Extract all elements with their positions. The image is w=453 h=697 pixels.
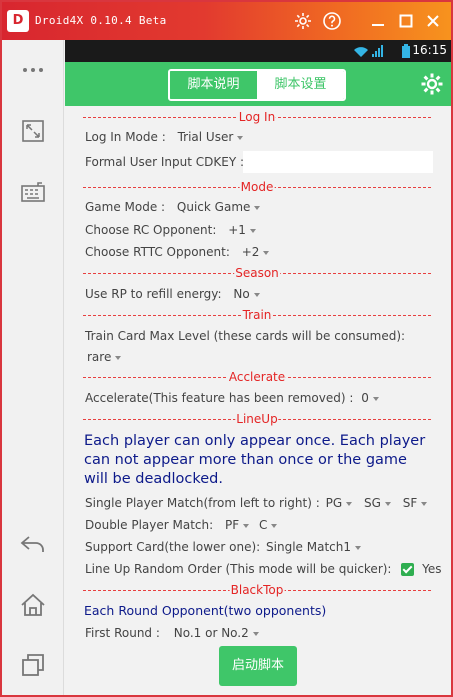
- random-order-label: Line Up Random Order (This mode will be …: [85, 562, 392, 576]
- single-match-pg-dropdown[interactable]: PG: [326, 495, 353, 511]
- train-max-level-row: Train Card Max Level (these cards will b…: [85, 328, 405, 344]
- android-status-bar: 16:15: [65, 40, 451, 62]
- cdkey-label: Formal User Input CDKEY :: [85, 155, 245, 169]
- game-mode-dropdown[interactable]: Quick Game: [177, 199, 261, 215]
- double-match-label: Double Player Match:: [85, 518, 214, 532]
- section-title: Mode: [239, 180, 275, 194]
- tab-script-description[interactable]: 脚本说明: [170, 71, 257, 99]
- accelerate-dropdown[interactable]: 0: [361, 390, 379, 406]
- double-match-row: Double Player Match: PF C: [85, 517, 278, 533]
- rc-opponent-dropdown[interactable]: +1: [228, 222, 256, 238]
- support-card-dropdown[interactable]: Single Match1: [266, 539, 361, 555]
- support-card-label: Support Card(the lower one):: [85, 540, 261, 554]
- double-match-pf-dropdown[interactable]: PF: [225, 517, 250, 533]
- rttc-opponent-label: Choose RTTC Opponent:: [85, 245, 230, 259]
- rp-refill-row: Use RP to refill energy: No: [85, 286, 260, 302]
- rttc-opponent-row: Choose RTTC Opponent: +2: [85, 244, 270, 260]
- status-time: 16:15: [412, 43, 447, 57]
- train-max-level-label: Train Card Max Level (these cards will b…: [85, 329, 406, 343]
- section-acclerate: Acclerate: [83, 370, 431, 384]
- window-title: Droid4X 0.10.4 Beta: [35, 14, 167, 27]
- signal-icons: [354, 45, 383, 57]
- tab-group: 脚本说明 脚本设置: [168, 69, 346, 101]
- section-blacktop: BlackTop: [83, 583, 431, 597]
- more-icon[interactable]: [18, 55, 48, 85]
- lineup-notice: Each player can only appear once. Each p…: [84, 433, 426, 487]
- section-title: Acclerate: [227, 370, 287, 384]
- settings-gear-icon[interactable]: [420, 72, 444, 96]
- random-order-row: Line Up Random Order (This mode will be …: [85, 561, 442, 577]
- section-mode: Mode: [83, 180, 431, 194]
- single-match-sg-dropdown[interactable]: SG: [364, 495, 391, 511]
- single-match-sf-dropdown[interactable]: SF: [403, 495, 428, 511]
- section-title: Log In: [237, 110, 277, 124]
- section-season: Season: [83, 266, 431, 280]
- section-title: Train: [241, 308, 273, 322]
- login-mode-label: Log In Mode :: [85, 130, 166, 144]
- game-mode-row: Game Mode : Quick Game: [85, 199, 261, 215]
- app-logo: D: [7, 10, 29, 32]
- cdkey-row: Formal User Input CDKEY :: [85, 154, 244, 170]
- settings-content[interactable]: Log In Log In Mode : Trial User Formal U…: [65, 106, 451, 695]
- section-lineup: LineUp: [83, 412, 431, 426]
- app-header: 脚本说明 脚本设置: [65, 62, 451, 106]
- rttc-opponent-dropdown[interactable]: +2: [242, 244, 270, 260]
- recent-apps-icon[interactable]: [18, 650, 48, 680]
- close-icon[interactable]: [423, 11, 443, 31]
- single-match-label: Single Player Match(from left to right) …: [85, 496, 320, 510]
- start-script-button[interactable]: 启动脚本: [219, 646, 297, 686]
- minimize-icon[interactable]: [368, 11, 388, 31]
- rc-opponent-row: Choose RC Opponent: +1: [85, 222, 256, 238]
- rp-refill-dropdown[interactable]: No: [233, 286, 260, 302]
- emulator-window: D Droid4X 0.10.4 Beta 16:15 脚本说明 脚本设置 Lo…: [0, 0, 453, 697]
- login-mode-dropdown[interactable]: Trial User: [178, 129, 244, 145]
- home-icon[interactable]: [18, 590, 48, 620]
- rc-opponent-label: Choose RC Opponent:: [85, 223, 217, 237]
- maximize-icon[interactable]: [396, 11, 416, 31]
- first-round-row: First Round : No.1 or No.2: [85, 625, 259, 641]
- random-order-value: Yes: [422, 562, 442, 576]
- battery-icon: [402, 44, 410, 58]
- first-round-dropdown[interactable]: No.1 or No.2: [174, 625, 259, 641]
- fullscreen-icon[interactable]: [18, 116, 48, 146]
- single-match-row: Single Player Match(from left to right) …: [85, 495, 428, 511]
- train-max-level-dropdown[interactable]: rare: [87, 349, 122, 365]
- accelerate-row: Accelerate(This feature has been removed…: [85, 390, 379, 406]
- back-icon[interactable]: [18, 528, 48, 558]
- support-card-row: Support Card(the lower one): Single Matc…: [85, 539, 361, 555]
- login-mode-row: Log In Mode : Trial User: [85, 129, 244, 145]
- first-round-label: First Round :: [85, 626, 160, 640]
- emulator-sidebar: [2, 40, 64, 695]
- section-title: Season: [234, 266, 280, 280]
- accelerate-label: Accelerate(This feature has been removed…: [85, 391, 354, 405]
- help-icon[interactable]: [322, 11, 342, 31]
- section-title: BlackTop: [229, 583, 285, 597]
- section-login: Log In: [83, 110, 431, 124]
- gear-icon[interactable]: [293, 11, 313, 31]
- each-round-label: Each Round Opponent(two opponents): [84, 603, 327, 618]
- double-match-c-dropdown[interactable]: C: [259, 517, 278, 533]
- tab-script-settings[interactable]: 脚本设置: [257, 71, 344, 99]
- section-title: LineUp: [235, 412, 279, 426]
- section-train: Train: [83, 308, 431, 322]
- title-bar: D Droid4X 0.10.4 Beta: [2, 2, 451, 40]
- random-order-checkbox[interactable]: [401, 563, 415, 576]
- keyboard-icon[interactable]: [18, 177, 48, 207]
- game-mode-label: Game Mode :: [85, 200, 166, 214]
- cdkey-input[interactable]: [243, 151, 433, 173]
- rp-refill-label: Use RP to refill energy:: [85, 287, 222, 301]
